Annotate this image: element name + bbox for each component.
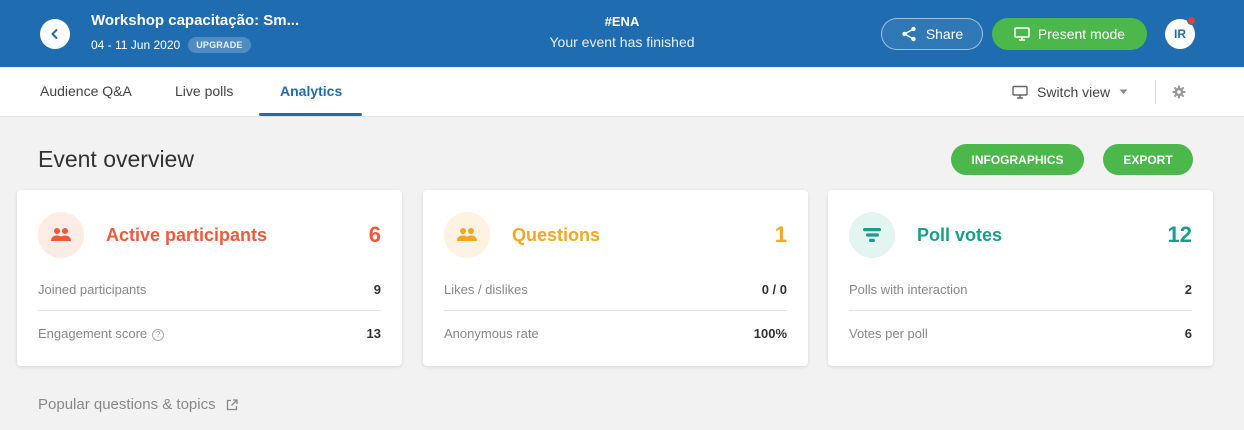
tab-audience-qa[interactable]: Audience Q&A bbox=[40, 67, 132, 117]
monitor-icon bbox=[1014, 27, 1030, 41]
share-icon bbox=[902, 26, 916, 42]
active-participants-card: Active participants 6 Joined participant… bbox=[17, 190, 402, 366]
help-icon[interactable]: ? bbox=[152, 328, 165, 341]
people-icon-badge bbox=[444, 212, 490, 258]
event-title[interactable]: Workshop capacitação: Sm... bbox=[91, 12, 299, 29]
popular-questions-link[interactable]: Popular questions & topics bbox=[38, 396, 238, 413]
stat-row: Engagement score? 13 bbox=[38, 312, 381, 355]
card-header: Poll votes 12 bbox=[849, 212, 1192, 258]
infographics-button[interactable]: INFOGRAPHICS bbox=[951, 144, 1084, 175]
stat-row: Votes per poll 6 bbox=[849, 312, 1192, 355]
card-header: Questions 1 bbox=[444, 212, 787, 258]
chevron-left-icon bbox=[51, 29, 58, 39]
export-button[interactable]: EXPORT bbox=[1103, 144, 1193, 175]
caret-down-icon bbox=[1119, 89, 1128, 94]
card-title: Poll votes bbox=[917, 224, 1003, 245]
share-label: Share bbox=[925, 26, 964, 42]
tab-live-polls[interactable]: Live polls bbox=[175, 67, 233, 117]
active-tab-indicator bbox=[259, 113, 362, 116]
stat-label: Anonymous rate bbox=[444, 326, 539, 341]
stat-value: 9 bbox=[373, 281, 381, 297]
stat-value: 6 bbox=[1184, 326, 1192, 341]
poll-icon bbox=[863, 228, 881, 242]
poll-icon-badge bbox=[849, 212, 895, 258]
tab-bar: Audience Q&A Live polls Analytics Switch… bbox=[0, 67, 1244, 117]
stat-row: Polls with interaction 2 bbox=[849, 268, 1192, 311]
notification-dot bbox=[1187, 16, 1196, 25]
switch-view-dropdown[interactable]: Switch view bbox=[1012, 67, 1128, 117]
settings-button[interactable] bbox=[1170, 83, 1188, 101]
event-dates: 04 - 11 Jun 2020 bbox=[91, 38, 181, 52]
stat-label-wrap: Engagement score? bbox=[38, 326, 165, 341]
people-icon-badge bbox=[38, 212, 84, 258]
present-mode-label: Present mode bbox=[1037, 26, 1126, 42]
divider bbox=[1155, 80, 1156, 104]
stat-label: Joined participants bbox=[38, 281, 147, 297]
card-header: Active participants 6 bbox=[38, 212, 381, 258]
stat-label: Engagement score bbox=[38, 326, 148, 341]
external-link-icon bbox=[226, 398, 238, 410]
stat-value: 2 bbox=[1184, 281, 1192, 297]
stat-value: 13 bbox=[366, 326, 381, 341]
event-dates-row: 04 - 11 Jun 2020 UPGRADE bbox=[91, 37, 251, 53]
switch-view-label: Switch view bbox=[1037, 84, 1111, 100]
top-bar: Workshop capacitação: Sm... 04 - 11 Jun … bbox=[0, 0, 1244, 67]
stat-label: Likes / dislikes bbox=[444, 281, 528, 297]
upgrade-badge[interactable]: UPGRADE bbox=[188, 37, 251, 53]
back-button[interactable] bbox=[40, 19, 70, 49]
stat-value: 0 / 0 bbox=[761, 281, 787, 297]
card-value: 6 bbox=[368, 222, 381, 247]
stat-label: Votes per poll bbox=[849, 326, 928, 341]
stat-row: Anonymous rate 100% bbox=[444, 312, 787, 355]
share-button[interactable]: Share bbox=[881, 18, 983, 50]
popular-label: Popular questions & topics bbox=[38, 396, 216, 413]
card-title: Active participants bbox=[106, 224, 268, 245]
stat-value: 100% bbox=[753, 326, 787, 341]
card-title: Questions bbox=[512, 224, 601, 245]
stat-row: Joined participants 9 bbox=[38, 268, 381, 311]
card-value: 12 bbox=[1167, 222, 1192, 247]
stat-label: Polls with interaction bbox=[849, 281, 968, 297]
stat-row: Likes / dislikes 0 / 0 bbox=[444, 268, 787, 311]
card-value: 1 bbox=[774, 222, 787, 247]
page-title: Event overview bbox=[38, 146, 194, 172]
monitor-icon bbox=[1012, 85, 1028, 99]
poll-votes-card: Poll votes 12 Polls with interaction 2 V… bbox=[828, 190, 1213, 366]
people-icon bbox=[457, 228, 477, 241]
questions-card: Questions 1 Likes / dislikes 0 / 0 Anony… bbox=[423, 190, 808, 366]
people-icon bbox=[51, 228, 71, 241]
tab-analytics[interactable]: Analytics bbox=[280, 67, 342, 117]
present-mode-button[interactable]: Present mode bbox=[992, 18, 1147, 50]
gear-icon bbox=[1172, 85, 1186, 99]
